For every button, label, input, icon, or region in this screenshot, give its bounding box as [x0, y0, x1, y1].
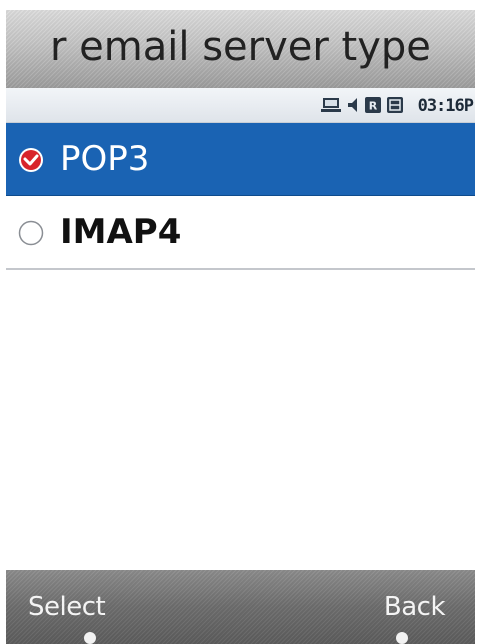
status-icons: R	[321, 97, 403, 118]
status-bar: R 03:16P	[6, 88, 475, 123]
title-bar: r email server type	[6, 10, 475, 88]
option-pop3[interactable]: POP3	[6, 123, 475, 197]
phone-screen: r email server type R 03:16P POP3 IMAP4 …	[6, 10, 475, 644]
page-title: r email server type	[50, 24, 431, 70]
back-indicator-dot	[396, 632, 408, 644]
sms-icon	[387, 97, 403, 118]
roaming-icon: R	[365, 97, 381, 118]
radio-checked-icon	[18, 147, 44, 173]
softkey-bar: Select Back	[6, 570, 475, 644]
select-indicator-dot	[84, 632, 96, 644]
network-icon	[321, 97, 341, 118]
option-label: POP3	[60, 139, 150, 179]
option-label: IMAP4	[60, 212, 182, 252]
speaker-icon	[347, 97, 359, 118]
radio-unchecked-icon	[18, 220, 44, 246]
option-imap4[interactable]: IMAP4	[6, 196, 475, 270]
svg-text:R: R	[369, 100, 378, 113]
back-softkey[interactable]: Back	[384, 592, 446, 622]
select-softkey[interactable]: Select	[28, 592, 106, 622]
status-time: 03:16P	[417, 96, 474, 116]
